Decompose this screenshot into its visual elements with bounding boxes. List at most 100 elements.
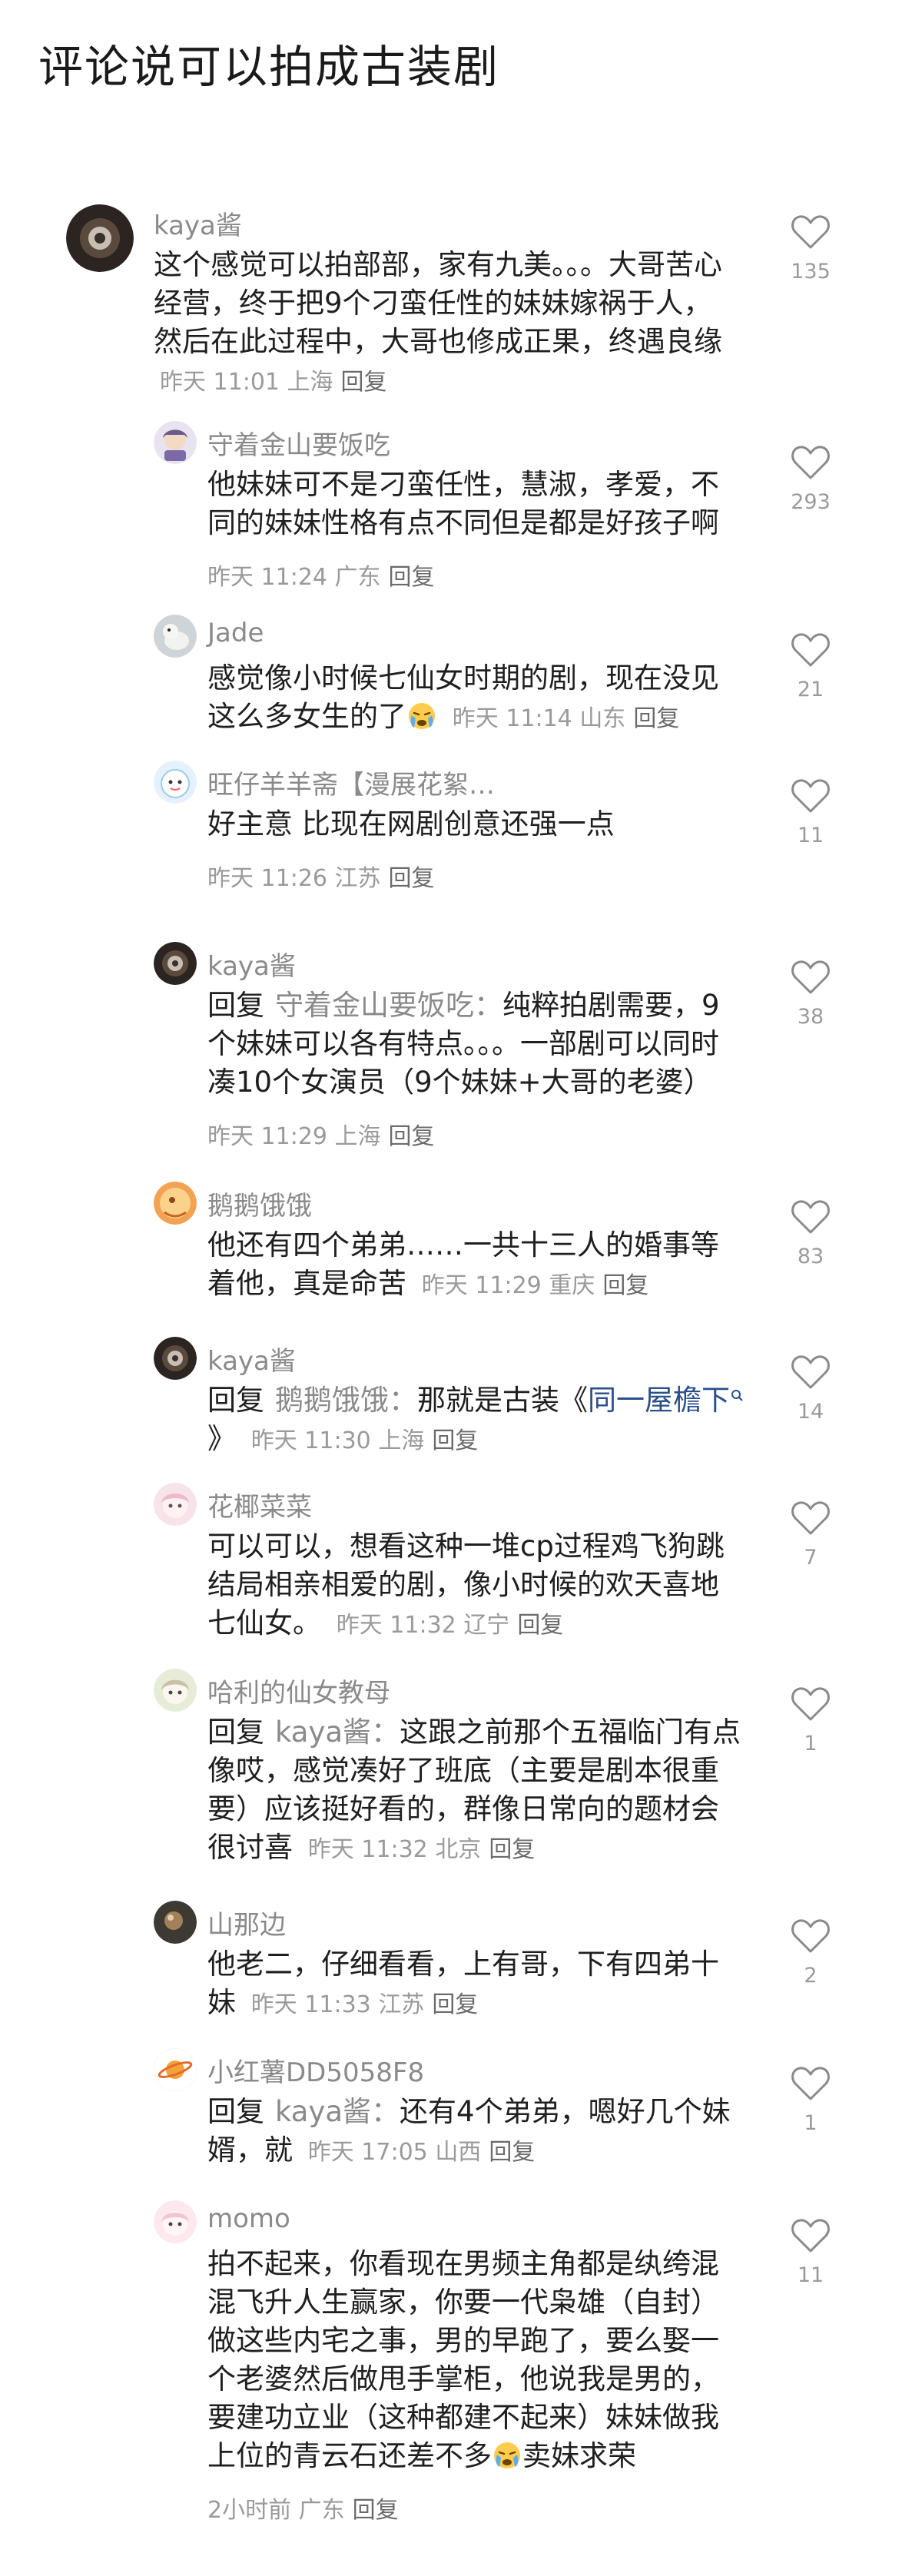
avatar[interactable] <box>154 2200 197 2243</box>
username[interactable]: 小红薯DD5058F8 <box>207 2051 424 2089</box>
comment-text: 感觉像小时候七仙女时期的剧，现在没见这么多女生的了 昨天 11:14 山东 回复 <box>207 661 719 733</box>
like-count: 7 <box>804 1546 818 1570</box>
page-title: 评论说可以拍成古装剧 <box>38 41 500 93</box>
heart-outline-icon <box>791 215 830 249</box>
reply-button[interactable]: 回复 <box>389 865 435 892</box>
heart-outline-icon <box>791 1355 830 1389</box>
search-icon <box>731 1390 743 1401</box>
like-count: 21 <box>797 678 824 701</box>
like-count: 1 <box>804 2111 818 2135</box>
like-button[interactable]: 21 <box>776 632 845 701</box>
reply-button[interactable]: 回复 <box>389 564 435 591</box>
reply-button[interactable]: 回复 <box>432 1427 478 1454</box>
username[interactable]: 花椰菜菜 <box>207 1486 312 1523</box>
comment-meta: 昨天 11:32 辽宁 回复 <box>336 1612 564 1639</box>
username[interactable]: kaya酱 <box>207 1340 296 1378</box>
heart-outline-icon <box>791 2067 830 2100</box>
like-button[interactable]: 1 <box>776 1686 845 1755</box>
comment-text: 回复 kaya酱：还有4个弟弟，嗯好几个妹婿，就 昨天 17:05 山西 回复 <box>207 2095 731 2167</box>
like-count: 293 <box>791 490 831 514</box>
like-count: 135 <box>791 260 831 283</box>
avatar[interactable] <box>154 1182 197 1225</box>
reply-target[interactable]: 守着金山要饭吃： <box>275 989 502 1022</box>
like-button[interactable]: 11 <box>776 2217 845 2287</box>
username[interactable]: Jade <box>207 618 264 648</box>
comment-meta: 昨天 11:32 北京 回复 <box>307 1836 536 1863</box>
avatar[interactable] <box>154 942 197 985</box>
comment-text: 他妹妹可不是刁蛮任性，慧淑，孝爱，不同的妹妹性格有点不同但是都是好孩子啊 <box>207 468 719 539</box>
heart-outline-icon <box>791 960 830 994</box>
username[interactable]: 山那边 <box>207 1904 286 1941</box>
comment-meta: 昨天 17:05 山西 回复 <box>307 2139 536 2166</box>
like-count: 1 <box>804 1732 818 1755</box>
like-button[interactable]: 38 <box>776 959 845 1029</box>
comment-meta: 昨天 11:14 山东 回复 <box>452 705 680 732</box>
reply-button[interactable]: 回复 <box>633 705 679 732</box>
like-button[interactable]: 293 <box>776 444 845 514</box>
username[interactable]: 旺仔羊羊斋【漫展花絮… <box>207 764 495 801</box>
reply-button[interactable]: 回复 <box>489 1836 535 1863</box>
reply-button[interactable]: 回复 <box>517 1612 563 1639</box>
like-count: 11 <box>797 824 824 847</box>
comment-meta: 昨天 11:30 上海 回复 <box>250 1427 479 1454</box>
avatar[interactable] <box>66 204 134 272</box>
username[interactable]: 鹅鹅饿饿 <box>207 1185 312 1222</box>
avatar[interactable] <box>154 761 197 804</box>
comment-text: 这个感觉可以拍部部，家有九美。。。大哥苦心经营，终于把9个刁蛮任性的妹妹嫁祸于人… <box>154 248 722 396</box>
avatar[interactable] <box>154 1669 197 1712</box>
heart-outline-icon <box>791 1200 830 1234</box>
comment-text: 回复 kaya酱：这跟之前那个五福临门有点像哎，感觉凑好了班底（主要是剧本很重要）… <box>207 1716 741 1864</box>
like-button[interactable]: 14 <box>776 1354 845 1424</box>
username[interactable]: momo <box>207 2203 290 2234</box>
like-button[interactable]: 135 <box>776 214 845 283</box>
avatar[interactable] <box>154 1483 197 1526</box>
avatar[interactable] <box>154 615 197 658</box>
reply-button[interactable]: 回复 <box>489 2139 535 2166</box>
comment-meta: 昨天 11:01 上海 回复 <box>160 369 387 396</box>
username[interactable]: 守着金山要饭吃 <box>207 424 390 462</box>
username[interactable]: kaya酱 <box>154 204 242 242</box>
like-button[interactable]: 83 <box>776 1198 845 1268</box>
crying-face-icon <box>492 2439 522 2470</box>
reply-target[interactable]: kaya酱： <box>275 2095 400 2128</box>
avatar[interactable] <box>154 2048 197 2091</box>
heart-outline-icon <box>791 633 830 667</box>
username[interactable]: kaya酱 <box>207 945 296 983</box>
username[interactable]: 哈利的仙女教母 <box>207 1672 390 1709</box>
heart-outline-icon <box>791 446 830 479</box>
comment-text: 可以可以，想看这种一堆cp过程鸡飞狗跳结局相亲相爱的剧，像小时候的欢天喜地七仙女… <box>207 1530 725 1639</box>
avatar[interactable] <box>154 1337 197 1380</box>
like-button[interactable]: 7 <box>776 1500 845 1570</box>
heart-outline-icon <box>791 1501 830 1535</box>
comment-text: 好主意 比现在网剧创意还强一点 <box>207 807 615 840</box>
comment-meta: 昨天 11:26 江苏 回复 <box>207 865 435 892</box>
avatar[interactable] <box>154 421 197 464</box>
avatar[interactable] <box>154 1901 197 1944</box>
comment-text: 他还有四个弟弟……一共十三人的婚事等着他，真是命苦 昨天 11:29 重庆 回复 <box>207 1228 719 1300</box>
comment-text: 回复 守着金山要饭吃：纯粹拍剧需要，9个妹妹可以各有特点。。。一部剧可以同时凑10… <box>207 989 720 1099</box>
like-button[interactable]: 1 <box>776 2065 845 2135</box>
comment-text: 回复 鹅鹅饿饿：那就是古装《同一屋檐下》 昨天 11:30 上海 回复 <box>207 1381 745 1460</box>
reply-button[interactable]: 回复 <box>341 369 387 396</box>
comment-meta: 2小时前 广东 回复 <box>207 2497 399 2524</box>
reply-button[interactable]: 回复 <box>602 1272 648 1299</box>
like-count: 83 <box>797 1245 824 1268</box>
comment-meta: 昨天 11:24 广东 回复 <box>207 564 435 591</box>
reply-button[interactable]: 回复 <box>432 1991 478 2018</box>
like-count: 38 <box>797 1005 824 1029</box>
reply-button[interactable]: 回复 <box>389 1123 435 1150</box>
comment-meta: 昨天 11:33 江苏 回复 <box>250 1991 479 2018</box>
comment-meta: 昨天 11:29 上海 回复 <box>207 1123 435 1150</box>
like-button[interactable]: 11 <box>776 777 845 847</box>
heart-outline-icon <box>791 1919 830 1953</box>
comment-text: 他老二，仔细看看，上有哥，下有四弟十妹 昨天 11:33 江苏 回复 <box>207 1948 719 2019</box>
heart-outline-icon <box>791 779 830 813</box>
like-button[interactable]: 2 <box>776 1918 845 1988</box>
search-link[interactable]: 同一屋檐下 <box>588 1384 745 1417</box>
heart-outline-icon <box>791 1687 830 1721</box>
reply-button[interactable]: 回复 <box>353 2497 399 2524</box>
reply-target[interactable]: 鹅鹅饿饿： <box>275 1384 417 1417</box>
comment-text: 拍不起来，你看现在男频主角都是纨绔混混飞升人生赢家，你要一代枭雄（自封）做这些内… <box>207 2247 719 2472</box>
like-count: 14 <box>797 1400 824 1424</box>
reply-target[interactable]: kaya酱： <box>275 1716 400 1749</box>
